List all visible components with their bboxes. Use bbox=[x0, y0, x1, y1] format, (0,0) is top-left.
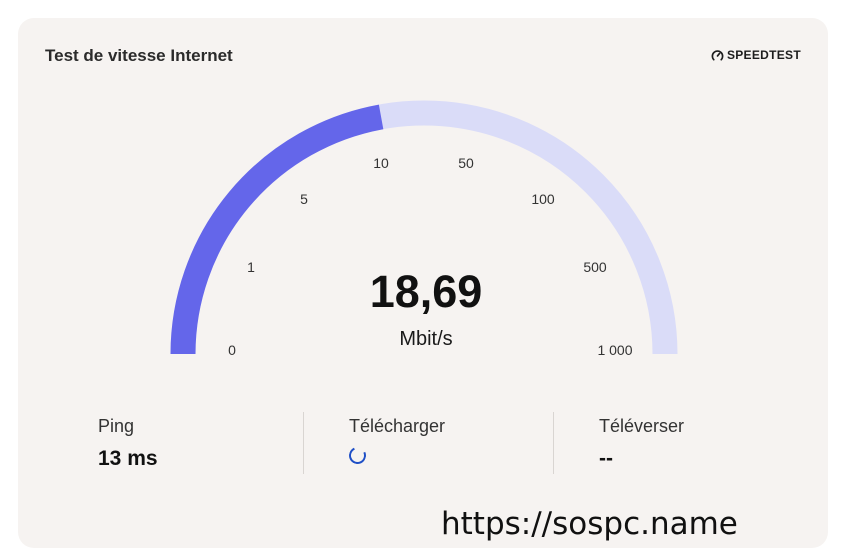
upload-label: Téléverser bbox=[599, 416, 685, 436]
gauge-fill bbox=[170, 104, 384, 355]
ping-label: Ping bbox=[98, 416, 135, 436]
metric-divider bbox=[303, 412, 304, 474]
speed-value: 18,69 bbox=[369, 266, 483, 317]
gauge-tick-label: 10 bbox=[373, 155, 389, 171]
speed-unit: Mbit/s bbox=[399, 328, 453, 350]
upload-value: -- bbox=[599, 447, 613, 470]
download-label: Télécharger bbox=[349, 416, 446, 436]
upload-metric: Téléverser -- bbox=[599, 416, 684, 471]
metric-divider bbox=[553, 412, 554, 474]
watermark-url: https://sospc.name bbox=[441, 506, 738, 542]
gauge-tick-label: 5 bbox=[300, 191, 308, 207]
loading-spinner-icon bbox=[346, 444, 369, 467]
ping-metric: Ping 13 ms bbox=[98, 416, 158, 471]
ping-value: 13 ms bbox=[98, 447, 158, 470]
download-metric: Télécharger bbox=[346, 416, 446, 467]
gauge-tick-label: 50 bbox=[458, 155, 474, 171]
gauge-tick-label: 100 bbox=[531, 191, 555, 207]
